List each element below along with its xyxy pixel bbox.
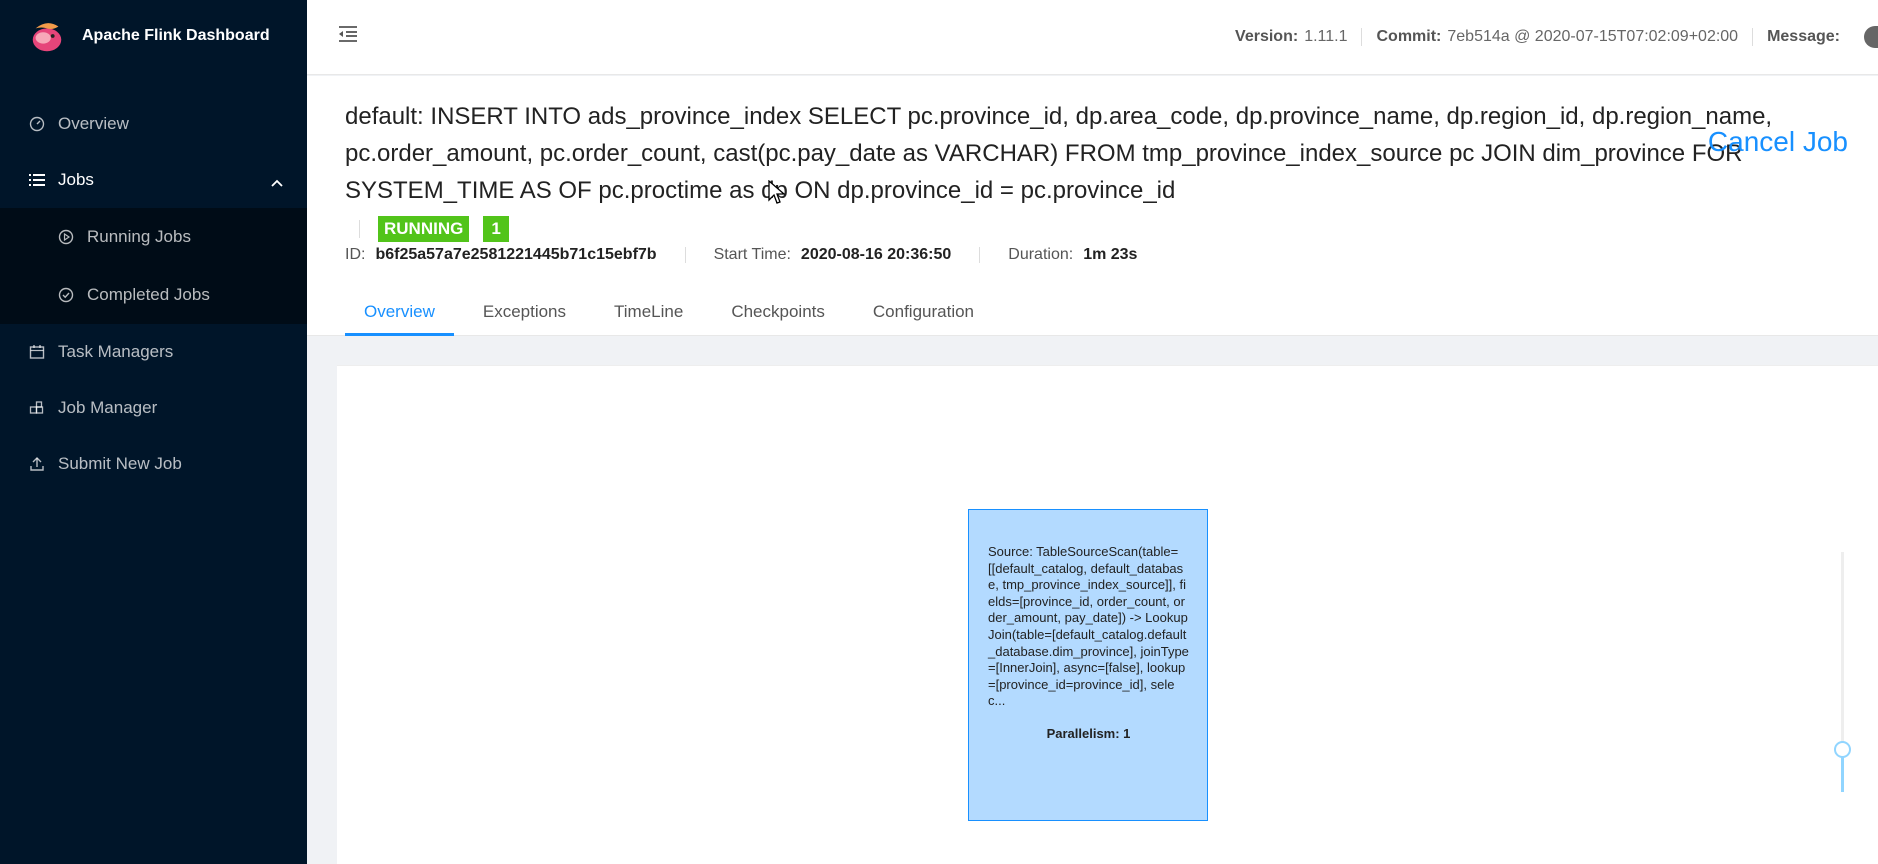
sidebar-item-label: Task Managers [58, 342, 174, 361]
node-description: Source: TableSourceScan(table=[[default_… [988, 544, 1189, 709]
task-count-badge: 1 [483, 216, 509, 242]
sidebar-item-running-jobs[interactable]: Running Jobs [0, 208, 307, 266]
job-id-value: b6f25a57a7e2581221445b71c15ebf7b [375, 246, 657, 263]
job-id-label: ID: [345, 246, 366, 263]
job-tabs: Overview Exceptions TimeLine Checkpoints… [345, 288, 1003, 336]
sidebar-item-label: Overview [58, 114, 129, 133]
commit-value: 7eb514a @ 2020-07-15T07:02:09+02:00 [1447, 28, 1739, 45]
sidebar-item-job-manager[interactable]: Job Manager [0, 380, 307, 436]
sidebar-item-completed-jobs[interactable]: Completed Jobs [0, 266, 307, 324]
build-icon [28, 399, 46, 417]
sidebar-item-task-managers[interactable]: Task Managers [0, 324, 307, 380]
version-value: 1.11.1 [1304, 28, 1348, 45]
sidebar-item-label: Running Jobs [87, 227, 191, 246]
app-title: Apache Flink Dashboard [82, 27, 270, 44]
message-label: Message: [1767, 28, 1840, 45]
message-badge-icon[interactable] [1864, 26, 1878, 48]
divider [979, 247, 981, 263]
divider [1752, 28, 1754, 46]
sidebar: Apache Flink Dashboard Overview Jobs Run… [0, 0, 307, 864]
mouse-cursor-icon [768, 180, 786, 204]
commit-label: Commit: [1376, 28, 1442, 45]
duration-label: Duration: [1008, 246, 1074, 263]
divider [359, 220, 360, 238]
cluster-info: Version: 1.11.1 Commit: 7eb514a @ 2020-0… [1235, 26, 1878, 48]
sidebar-menu: Overview Jobs Running Jobs Completed Job… [0, 96, 307, 492]
menu-fold-icon[interactable] [337, 24, 359, 49]
divider [1361, 28, 1363, 46]
sidebar-item-label: Job Manager [58, 398, 158, 417]
jobs-submenu: Running Jobs Completed Jobs [0, 208, 307, 324]
tab-exceptions[interactable]: Exceptions [464, 288, 585, 336]
list-icon [28, 171, 46, 189]
duration-value: 1m 23s [1083, 246, 1138, 263]
job-meta: ID: b6f25a57a7e2581221445b71c15ebf7b Sta… [345, 246, 1137, 264]
tab-timeline[interactable]: TimeLine [595, 288, 702, 336]
top-header: Version: 1.11.1 Commit: 7eb514a @ 2020-0… [307, 0, 1878, 75]
sidebar-item-label: Completed Jobs [87, 285, 210, 304]
dashboard-icon [28, 115, 46, 133]
job-graph-canvas[interactable]: Source: TableSourceScan(table=[[default_… [337, 365, 1878, 864]
zoom-slider-handle[interactable] [1834, 741, 1851, 758]
version-label: Version: [1235, 28, 1299, 45]
chevron-up-icon [271, 172, 283, 192]
tab-checkpoints[interactable]: Checkpoints [712, 288, 844, 336]
node-parallelism: Parallelism: 1 [1046, 725, 1131, 741]
sidebar-item-label: Submit New Job [58, 454, 182, 473]
sidebar-item-submit-new-job[interactable]: Submit New Job [0, 436, 307, 492]
sidebar-item-label: Jobs [58, 170, 94, 189]
job-graph-node[interactable]: Source: TableSourceScan(table=[[default_… [968, 509, 1208, 821]
play-circle-icon [57, 228, 75, 246]
job-header: default: INSERT INTO ads_province_index … [307, 76, 1878, 336]
brand[interactable]: Apache Flink Dashboard [0, 0, 307, 72]
cancel-job-button[interactable]: Cancel Job [1708, 126, 1848, 158]
status-badge: RUNNING [378, 216, 470, 242]
start-time-label: Start Time: [713, 246, 791, 263]
flink-logo-icon [32, 23, 62, 52]
sidebar-item-overview[interactable]: Overview [0, 96, 307, 152]
upload-icon [28, 455, 46, 473]
sidebar-item-jobs[interactable]: Jobs [0, 152, 307, 208]
calendar-icon [28, 343, 46, 361]
job-status-row: RUNNING 1 [359, 216, 509, 242]
check-circle-icon [57, 286, 75, 304]
tab-overview[interactable]: Overview [345, 288, 454, 336]
divider [684, 247, 686, 263]
start-time-value: 2020-08-16 20:36:50 [800, 246, 952, 263]
job-title: default: INSERT INTO ads_province_index … [345, 103, 1773, 204]
tab-configuration[interactable]: Configuration [854, 288, 993, 336]
